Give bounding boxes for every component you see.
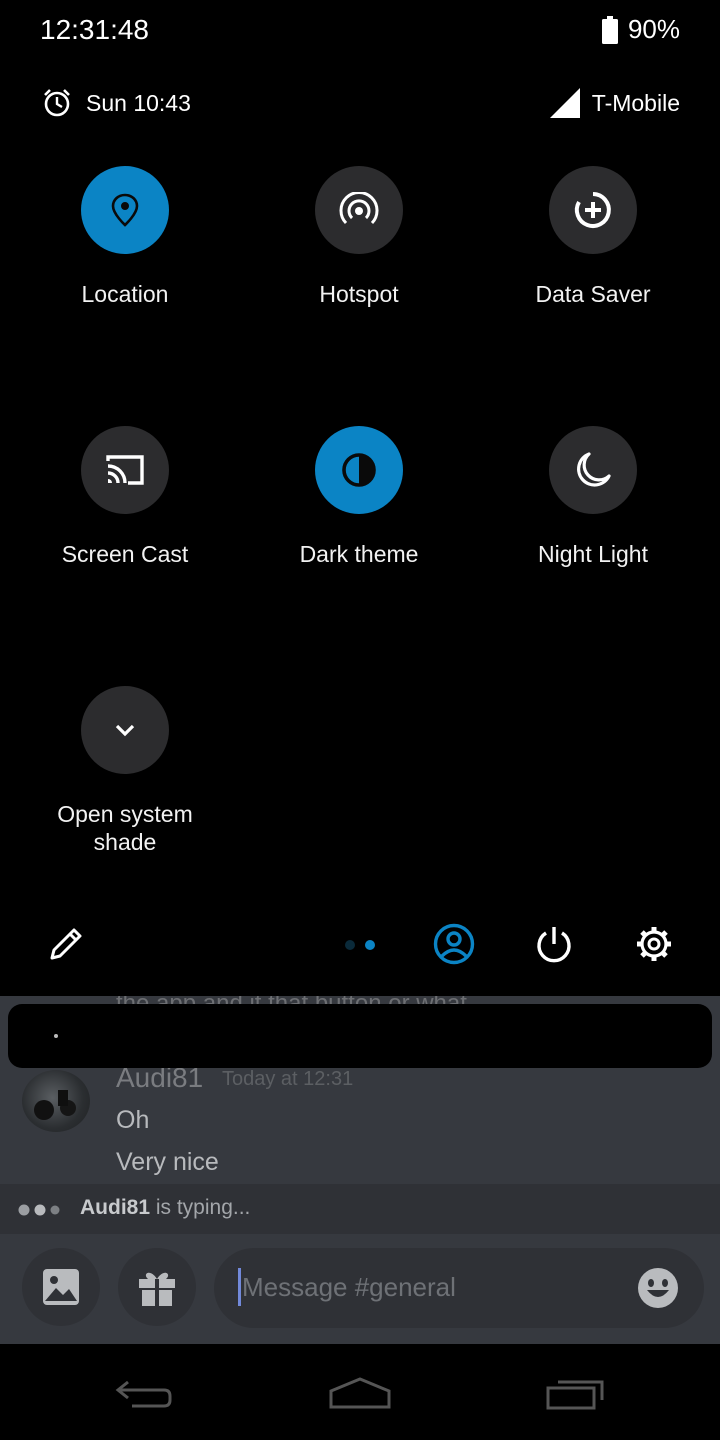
tile-screen-cast[interactable]: Screen Cast — [8, 426, 242, 568]
tile-open-system-shade-toggle[interactable] — [81, 686, 169, 774]
gear-icon — [637, 927, 671, 961]
user-icon — [433, 923, 475, 965]
tile-hotspot[interactable]: Hotspot — [242, 166, 476, 308]
cast-icon — [106, 455, 144, 485]
typing-text: Audi81 is typing... — [80, 1196, 250, 1220]
signal-icon — [549, 88, 580, 118]
location-icon — [111, 193, 139, 227]
tile-label: Screen Cast — [61, 541, 189, 567]
tile-night-light[interactable]: Night Light — [476, 426, 710, 568]
chat-message: Audi81 Today at 12:31 Oh Very nice — [0, 1062, 720, 1184]
message-composer: Message #general — [0, 1234, 720, 1344]
tile-label: Location — [81, 281, 169, 307]
back-button[interactable] — [104, 1368, 184, 1418]
status-time: 12:31:48 — [40, 14, 149, 45]
text-caret — [238, 1268, 241, 1306]
hotspot-icon — [339, 192, 379, 225]
next-alarm[interactable]: Sun 10:43 — [42, 88, 191, 118]
message-line: Very nice — [116, 1148, 219, 1176]
notification-bar[interactable] — [8, 1004, 712, 1068]
edit-button[interactable] — [36, 914, 96, 974]
emoji-icon[interactable] — [636, 1266, 680, 1310]
message-timestamp: Today at 12:31 — [222, 1068, 354, 1090]
chevron-down-icon — [115, 724, 135, 737]
data-saver-icon — [574, 192, 611, 228]
typing-dots-icon — [18, 1204, 60, 1216]
message-input[interactable]: Message #general — [214, 1248, 704, 1328]
quick-settings-panel: Sun 10:43 T-Mobile Location Hotspot Data… — [0, 64, 720, 996]
message-input-placeholder: Message #general — [242, 1272, 456, 1302]
status-right: 90% — [601, 14, 680, 45]
status-bar: 12:31:48 90% — [0, 0, 720, 64]
page-indicator — [345, 940, 375, 950]
battery-percent: 90% — [627, 14, 680, 44]
notification-dot — [54, 1034, 58, 1038]
tile-data-saver[interactable]: Data Saver — [476, 166, 710, 308]
tile-label: Hotspot — [319, 281, 399, 307]
carrier-info: T-Mobile — [549, 88, 680, 118]
power-icon — [537, 927, 571, 963]
tile-label: Dark theme — [299, 541, 419, 567]
alarm-text: Sun 10:43 — [86, 89, 191, 116]
image-upload-button[interactable] — [22, 1248, 100, 1326]
carrier-name: T-Mobile — [591, 89, 680, 116]
tile-night-light-toggle[interactable] — [549, 426, 637, 514]
battery-icon — [601, 15, 618, 44]
recents-button[interactable] — [536, 1368, 616, 1418]
navigation-bar — [0, 1344, 720, 1440]
typing-indicator: Audi81 is typing... — [0, 1184, 720, 1234]
tile-dark-theme[interactable]: Dark theme — [242, 426, 476, 568]
settings-button[interactable] — [624, 914, 684, 974]
quick-settings-footer — [0, 914, 720, 978]
tile-location[interactable]: Location — [8, 166, 242, 308]
gift-button[interactable] — [118, 1248, 196, 1326]
alarm-clock-icon — [44, 89, 70, 117]
typing-suffix: is typing... — [150, 1196, 251, 1219]
message-line: Oh — [116, 1106, 150, 1134]
tile-open-system-shade[interactable]: Open system shade — [8, 686, 242, 856]
pencil-icon — [50, 928, 82, 960]
home-button[interactable] — [320, 1368, 400, 1418]
image-icon — [43, 1269, 79, 1305]
tile-data-saver-toggle[interactable] — [549, 166, 637, 254]
phone-screen: the app and it that button or what Audi8… — [0, 0, 720, 1440]
typing-user: Audi81 — [80, 1196, 151, 1219]
user-switch-button[interactable] — [424, 914, 484, 974]
dark-theme-icon — [342, 453, 376, 487]
recents-icon — [546, 1380, 604, 1410]
power-button[interactable] — [524, 914, 584, 974]
tile-hotspot-toggle[interactable] — [315, 166, 403, 254]
avatar[interactable] — [22, 1070, 90, 1132]
home-icon — [329, 1377, 391, 1409]
tile-location-toggle[interactable] — [81, 166, 169, 254]
tile-label: Data Saver — [535, 281, 651, 307]
gift-icon — [139, 1272, 175, 1306]
tile-label: Night Light — [538, 541, 648, 567]
tile-dark-theme-toggle[interactable] — [315, 426, 403, 514]
tile-screen-cast-toggle[interactable] — [81, 426, 169, 514]
quick-settings-header: Sun 10:43 T-Mobile — [0, 64, 720, 144]
tile-label: Open system shade — [57, 801, 193, 855]
back-icon — [115, 1380, 172, 1408]
moon-icon — [577, 452, 611, 487]
